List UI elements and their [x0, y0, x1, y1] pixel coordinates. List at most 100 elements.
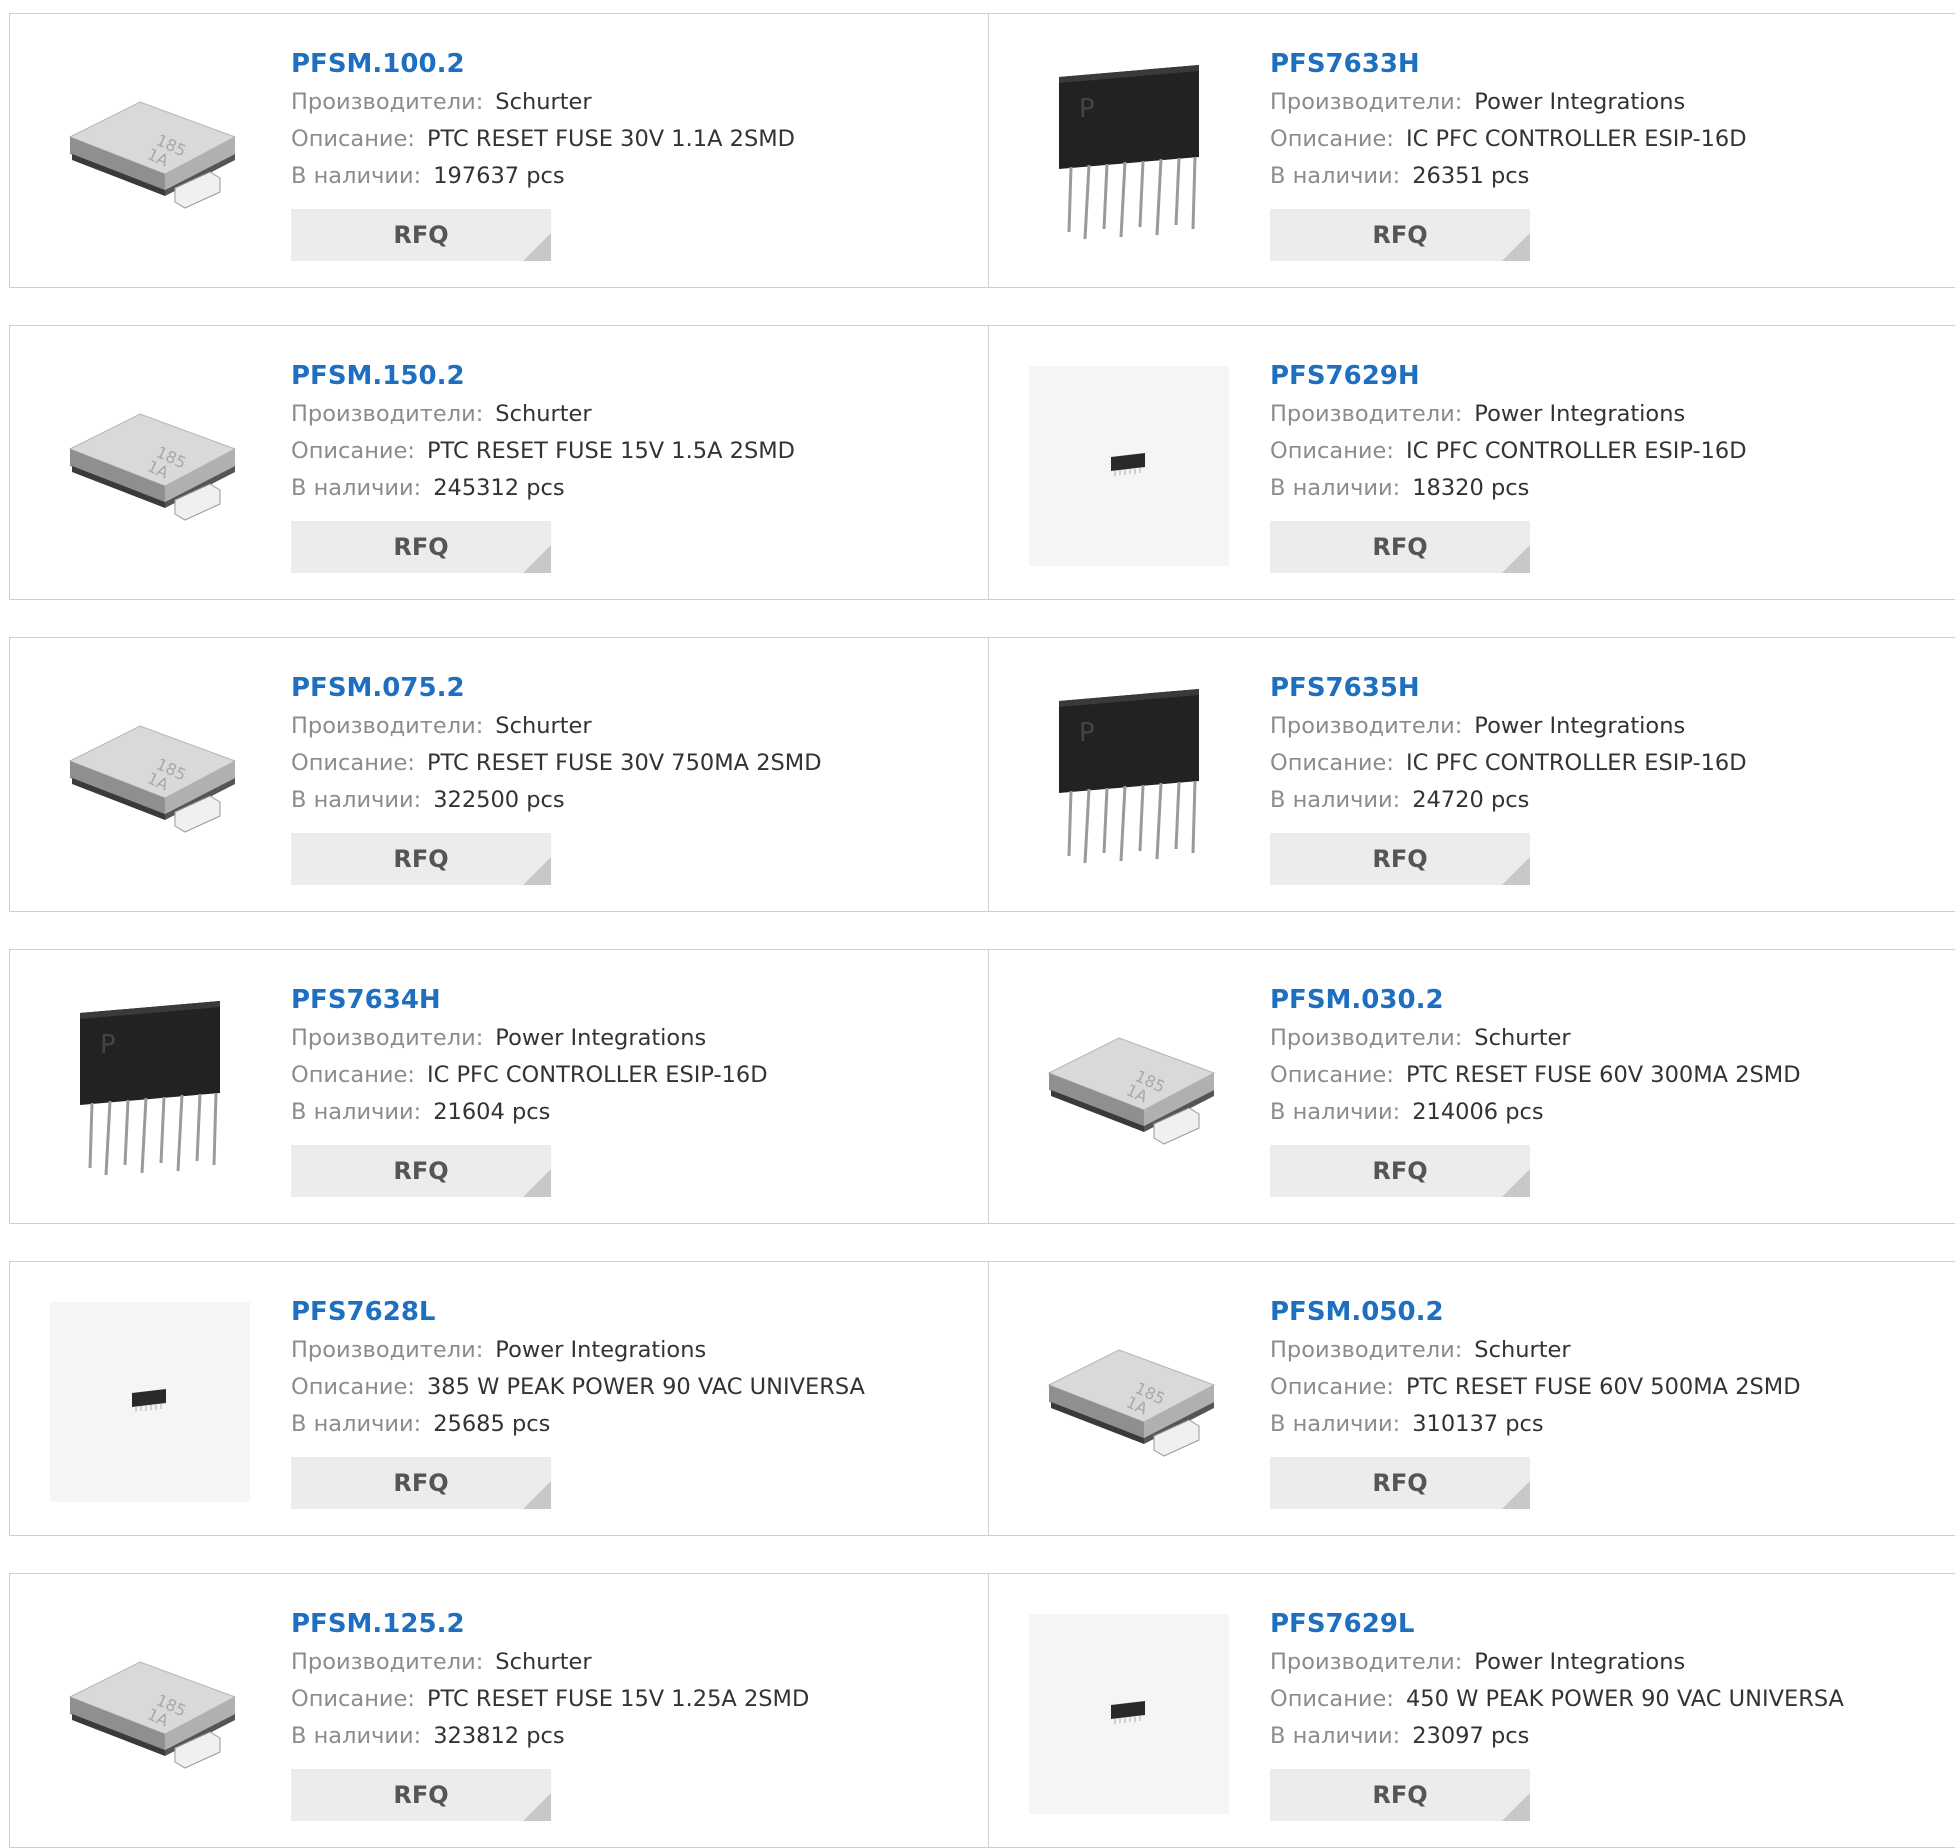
product-image[interactable]: 185 1A: [50, 366, 250, 566]
description-label: Описание:: [291, 126, 415, 152]
stock-value: 322500 pcs: [433, 787, 565, 813]
rfq-button[interactable]: RFQ: [1270, 1457, 1530, 1509]
rfq-button[interactable]: RFQ: [291, 1457, 551, 1509]
product-image[interactable]: P: [1029, 678, 1229, 878]
description-label: Описание:: [291, 438, 415, 464]
product-info: PFS7629H Производители: Power Integrations…: [1270, 356, 1747, 573]
rfq-corner-decoration: [1502, 233, 1530, 261]
rfq-corner-decoration: [523, 233, 551, 261]
stock-label: В наличии:: [291, 1411, 422, 1437]
manufacturer: Производители: Power Integrations: [1270, 84, 1747, 121]
manufacturer-value: Schurter: [495, 713, 592, 739]
manufacturer-value: Schurter: [495, 89, 592, 115]
product-card: 185 1A PFSM.075.2 Производители: Schurter Опи…: [10, 638, 970, 911]
stock: В наличии: 21604 pcs: [291, 1094, 768, 1131]
rfq-label: RFQ: [1372, 533, 1428, 561]
manufacturer: Производители: Schurter: [1270, 1020, 1801, 1057]
product-name-link[interactable]: PFSM.150.2: [291, 356, 795, 396]
description: Описание: IC PFC CONTROLLER ESIP-16D: [1270, 121, 1747, 158]
manufacturer: Производители: Power Integrations: [291, 1020, 768, 1057]
product-image[interactable]: [1029, 366, 1229, 566]
smd-fuse-image: 185 1A: [1039, 1340, 1219, 1464]
manufacturer: Производители: Power Integrations: [291, 1332, 865, 1369]
product-image[interactable]: P: [50, 990, 250, 1190]
manufacturer-label: Производители:: [1270, 713, 1463, 739]
manufacturer: Производители: Schurter: [1270, 1332, 1801, 1369]
stock: В наличии: 197637 pcs: [291, 158, 795, 195]
product-image[interactable]: 185 1A: [1029, 990, 1229, 1190]
description-value: 450 W PEAK POWER 90 VAC UNIVERSA: [1405, 1686, 1844, 1712]
rfq-button[interactable]: RFQ: [1270, 209, 1530, 261]
product-name-link[interactable]: PFSM.050.2: [1270, 1292, 1801, 1332]
rfq-corner-decoration: [523, 1481, 551, 1509]
manufacturer-label: Производители:: [291, 89, 484, 115]
product-card: P PFS7634H Производители: Power Integration…: [10, 950, 970, 1223]
product-row: 185 1A PFSM.100.2 Производители: Schurter Опи…: [9, 13, 1955, 288]
description-label: Описание:: [1270, 1374, 1394, 1400]
product-name-link[interactable]: PFSM.125.2: [291, 1604, 809, 1644]
stock-value: 310137 pcs: [1412, 1411, 1544, 1437]
product-name-link[interactable]: PFS7629L: [1270, 1604, 1844, 1644]
rfq-button[interactable]: RFQ: [291, 1145, 551, 1197]
product-image[interactable]: 185 1A: [50, 678, 250, 878]
smd-fuse-image: 185 1A: [60, 716, 240, 840]
manufacturer: Производители: Schurter: [291, 396, 795, 433]
product-image[interactable]: [1029, 1614, 1229, 1814]
product-image[interactable]: 185 1A: [50, 54, 250, 254]
stock-value: 25685 pcs: [433, 1411, 551, 1437]
product-image[interactable]: 185 1A: [1029, 1302, 1229, 1502]
manufacturer: Производители: Schurter: [291, 1644, 809, 1681]
product-info: PFS7629L Производители: Power Integrations…: [1270, 1604, 1844, 1821]
stock-value: 24720 pcs: [1412, 787, 1530, 813]
description: Описание: PTC RESET FUSE 30V 750MA 2SMD: [291, 745, 822, 782]
stock-label: В наличии:: [291, 1723, 422, 1749]
manufacturer-label: Производители:: [1270, 1025, 1463, 1051]
rfq-button[interactable]: RFQ: [291, 833, 551, 885]
rfq-button[interactable]: RFQ: [291, 1769, 551, 1821]
rfq-button[interactable]: RFQ: [1270, 1769, 1530, 1821]
product-name-link[interactable]: PFSM.075.2: [291, 668, 822, 708]
product-image[interactable]: 185 1A: [50, 1614, 250, 1814]
product-card: PFS7629H Производители: Power Integrations…: [989, 326, 1949, 599]
product-info: PFSM.075.2 Производители: Schurter Описание…: [291, 668, 822, 885]
product-name-link[interactable]: PFSM.030.2: [1270, 980, 1801, 1020]
rfq-button[interactable]: RFQ: [1270, 521, 1530, 573]
stock-label: В наличии:: [1270, 1411, 1401, 1437]
rfq-button[interactable]: RFQ: [1270, 833, 1530, 885]
manufacturer-label: Производители:: [291, 713, 484, 739]
description-label: Описание:: [1270, 1062, 1394, 1088]
stock-value: 21604 pcs: [433, 1099, 551, 1125]
esip-chip-image: P: [1049, 57, 1209, 251]
product-name-link[interactable]: PFS7633H: [1270, 44, 1747, 84]
rfq-button[interactable]: RFQ: [291, 521, 551, 573]
description-value: IC PFC CONTROLLER ESIP-16D: [1405, 438, 1747, 464]
product-name-link[interactable]: PFS7634H: [291, 980, 768, 1020]
product-row: PFS7628L Производители: Power Integrations…: [9, 1261, 1955, 1536]
description-label: Описание:: [1270, 750, 1394, 776]
description-value: PTC RESET FUSE 30V 1.1A 2SMD: [426, 126, 795, 152]
manufacturer-label: Производители:: [291, 1649, 484, 1675]
product-image[interactable]: P: [1029, 54, 1229, 254]
product-name-link[interactable]: PFS7629H: [1270, 356, 1747, 396]
rfq-button[interactable]: RFQ: [291, 209, 551, 261]
product-name-link[interactable]: PFS7635H: [1270, 668, 1747, 708]
manufacturer: Производители: Power Integrations: [1270, 708, 1747, 745]
product-name-link[interactable]: PFSM.100.2: [291, 44, 795, 84]
product-card: P PFS7635H Производители: Power Integration…: [989, 638, 1949, 911]
stock: В наличии: 24720 pcs: [1270, 782, 1747, 819]
rfq-corner-decoration: [1502, 1793, 1530, 1821]
rfq-button[interactable]: RFQ: [1270, 1145, 1530, 1197]
product-info: PFS7633H Производители: Power Integrations…: [1270, 44, 1747, 261]
rfq-label: RFQ: [1372, 1157, 1428, 1185]
product-image[interactable]: [50, 1302, 250, 1502]
product-name-link[interactable]: PFS7628L: [291, 1292, 865, 1332]
stock: В наличии: 245312 pcs: [291, 470, 795, 507]
manufacturer-label: Производители:: [1270, 1337, 1463, 1363]
product-info: PFS7635H Производители: Power Integrations…: [1270, 668, 1747, 885]
rfq-label: RFQ: [393, 1781, 449, 1809]
stock: В наличии: 310137 pcs: [1270, 1406, 1801, 1443]
rfq-corner-decoration: [523, 857, 551, 885]
manufacturer-label: Производители:: [1270, 401, 1463, 427]
manufacturer-label: Производители:: [1270, 89, 1463, 115]
description-value: PTC RESET FUSE 15V 1.25A 2SMD: [426, 1686, 810, 1712]
